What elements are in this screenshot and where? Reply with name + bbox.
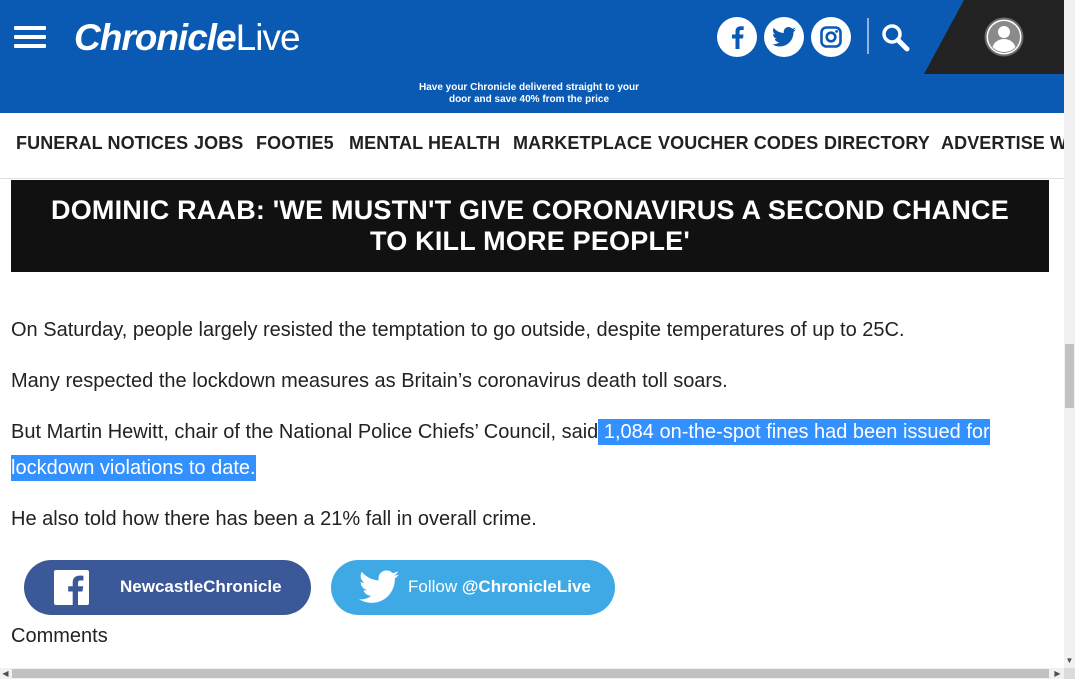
nav-item-jobs[interactable]: JOBS — [194, 133, 243, 154]
related-article-title: DOMINIC RAAB: 'WE MUSTN'T GIVE CORONAVIR… — [51, 195, 1009, 256]
selected-text: 1,084 on-the-spot fines had been issued … — [598, 419, 990, 445]
promo-line-1: Have your Chronicle delivered straight t… — [418, 82, 640, 93]
site-header: ChronicleLive Have your Chronicle delive… — [0, 0, 1064, 113]
twitter-follow-label: Follow @ChronicleLive — [408, 577, 591, 597]
site-logo[interactable]: ChronicleLive — [74, 17, 301, 61]
nav-item-mental-health[interactable]: MENTAL HEALTH — [349, 133, 500, 154]
twitter-follow-prefix: Follow — [408, 577, 462, 596]
facebook-icon — [54, 570, 89, 605]
scrollbar-corner — [1064, 668, 1075, 679]
main-navigation: FUNERAL NOTICES JOBS FOOTIE5 MENTAL HEAL… — [0, 113, 1064, 179]
scroll-right-arrow-icon[interactable]: ▶ — [1052, 668, 1063, 679]
related-article-banner[interactable]: DOMINIC RAAB: 'WE MUSTN'T GIVE CORONAVIR… — [11, 180, 1049, 272]
account-icon[interactable] — [984, 17, 1024, 57]
follow-facebook-button[interactable]: NewcastleChronicle — [24, 560, 311, 615]
header-divider — [867, 18, 869, 54]
nav-item-funeral-notices[interactable]: FUNERAL NOTICES — [16, 133, 188, 154]
article-paragraph-continued: lockdown violations to date. — [11, 450, 256, 486]
facebook-icon[interactable] — [717, 17, 757, 57]
horizontal-scrollbar-thumb[interactable] — [12, 669, 1049, 678]
logo-bold-text: Chronicle — [74, 17, 237, 58]
article-paragraph: Many respected the lockdown measures as … — [11, 370, 728, 392]
article-paragraph: On Saturday, people largely resisted the… — [11, 319, 905, 341]
scroll-left-arrow-icon[interactable]: ◀ — [0, 668, 11, 679]
subscription-promo[interactable]: Have your Chronicle delivered straight t… — [404, 82, 654, 106]
article-paragraph: But Martin Hewitt, chair of the National… — [11, 414, 990, 450]
nav-item-footie5[interactable]: FOOTIE5 — [256, 133, 334, 154]
twitter-handle: @ChronicleLive — [461, 577, 591, 596]
nav-item-advertise[interactable]: ADVERTISE WI — [941, 133, 1064, 154]
scroll-down-arrow-icon[interactable]: ▼ — [1064, 655, 1075, 666]
twitter-icon[interactable] — [764, 17, 804, 57]
comments-heading[interactable]: Comments — [11, 625, 108, 648]
vertical-scrollbar[interactable]: ▼ — [1064, 0, 1075, 668]
horizontal-scrollbar[interactable]: ◀ ▶ — [0, 668, 1064, 679]
instagram-icon[interactable] — [811, 17, 851, 57]
vertical-scrollbar-thumb[interactable] — [1065, 344, 1074, 408]
logo-light-text: Live — [235, 17, 301, 58]
selected-text-line-1: 1,084 on-the-spot fines had been issued … — [603, 421, 990, 443]
nav-item-marketplace[interactable]: MARKETPLACE — [513, 133, 652, 154]
promo-line-2: door and save 40% from the price — [448, 94, 610, 105]
twitter-icon — [359, 570, 399, 603]
selected-text-line-2: lockdown violations to date. — [11, 455, 256, 481]
nav-item-directory[interactable]: DIRECTORY — [824, 133, 930, 154]
follow-twitter-button[interactable]: Follow @ChronicleLive — [331, 560, 615, 615]
article-paragraph: He also told how there has been a 21% fa… — [11, 508, 537, 530]
menu-icon[interactable] — [14, 26, 46, 48]
search-icon[interactable] — [880, 22, 912, 54]
facebook-page-name: NewcastleChronicle — [120, 577, 282, 596]
nav-item-voucher-codes[interactable]: VOUCHER CODES — [658, 133, 818, 154]
paragraph-text: But Martin Hewitt, chair of the National… — [11, 421, 599, 443]
